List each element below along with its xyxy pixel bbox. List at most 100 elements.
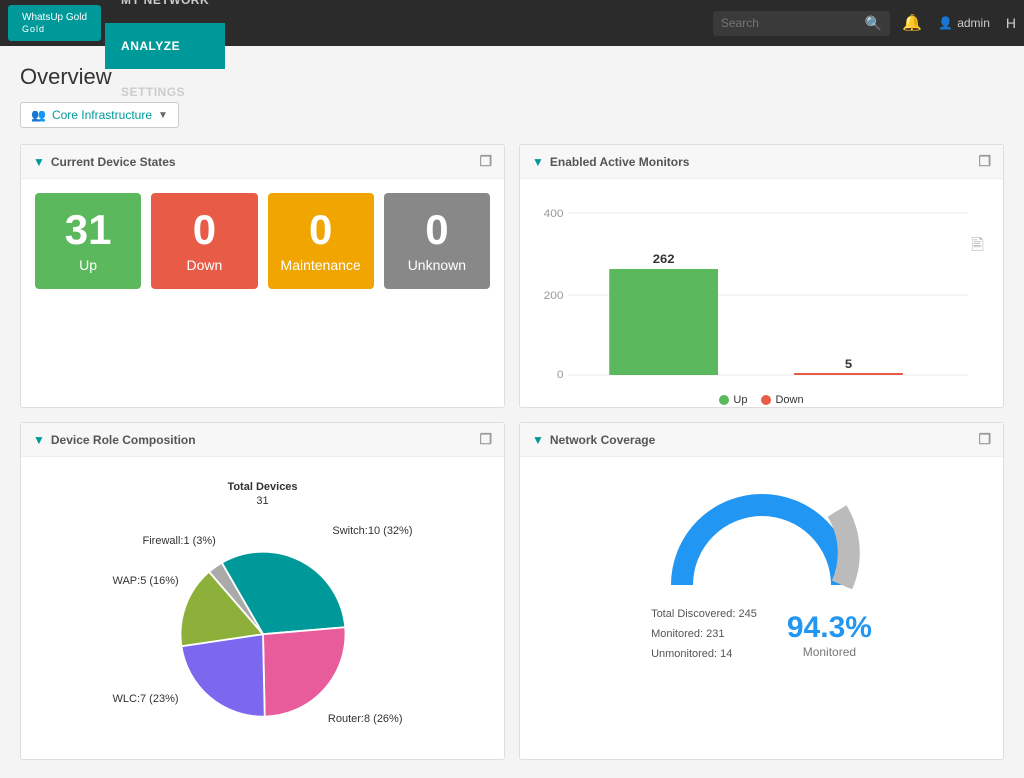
slice-label-wlc: WLC:7 (23%) (113, 693, 179, 705)
network-coverage-body: Total Discovered: 245 Monitored: 231 Unm… (520, 457, 1003, 692)
network-coverage-panel: ▼ Network Coverage ❐ (519, 422, 1004, 760)
nav-item-my-network[interactable]: MY NETWORK (105, 0, 225, 23)
state-card-down: 0 Down (151, 193, 257, 289)
app-logo[interactable]: WhatsUp Gold Gold (8, 5, 101, 42)
device-role-panel: ▼ Device Role Composition ❐ Total Device… (20, 422, 505, 760)
monitored-label: Monitored: (651, 628, 703, 640)
state-label-unknown: Unknown (394, 257, 480, 273)
state-card-up: 31 Up (35, 193, 141, 289)
navbar: WhatsUp Gold Gold DISCOVERMY NETWORKANAL… (0, 0, 1024, 46)
nav-search-bar[interactable]: 🔍 (713, 11, 890, 36)
slice-label-switch: Switch:10 (32%) (332, 525, 412, 537)
pie-total-label: Total Devices (227, 481, 297, 493)
user-label: admin (957, 16, 990, 30)
total-discovered-row: Total Discovered: 245 (651, 605, 757, 625)
legend-up-dot (719, 395, 729, 405)
notifications-icon[interactable]: 🔔 (902, 13, 922, 33)
pie-chart-area: Total Devices 31 Switch:10 (32%) Router:… (35, 471, 490, 745)
search-input[interactable] (721, 16, 861, 30)
gauge-arc-end (837, 511, 849, 585)
gauge-info: Total Discovered: 245 Monitored: 231 Unm… (651, 605, 872, 664)
gauge-arc-fill (682, 505, 842, 585)
expand-device-role-icon[interactable]: ❐ (479, 431, 492, 448)
device-states-title: Current Device States (51, 155, 176, 169)
page-content: Overview 👥 Core Infrastructure ▼ 🖹 ▼ Cur… (0, 46, 1024, 778)
state-number-down: 0 (161, 209, 247, 251)
active-monitors-body: 400 200 0 262 5 (520, 179, 1003, 407)
total-discovered-label: Total Discovered: (651, 608, 735, 620)
gauge-area: Total Discovered: 245 Monitored: 231 Unm… (534, 471, 989, 678)
collapse-icon[interactable]: ▼ (33, 155, 45, 169)
expand-device-states-icon[interactable]: ❐ (479, 153, 492, 170)
expand-active-monitors-icon[interactable]: ❐ (978, 153, 991, 170)
search-icon[interactable]: 🔍 (865, 15, 882, 32)
device-states-body: 31 Up 0 Down 0 Maintenance 0 Unknown (21, 179, 504, 303)
state-number-maintenance: 0 (278, 209, 364, 251)
gauge-percent: 94.3% Monitored (787, 611, 872, 659)
legend-down-dot (761, 395, 771, 405)
svg-text:200: 200 (544, 290, 564, 301)
nav-item-analyze[interactable]: ANALYZE (105, 23, 225, 69)
legend-down-label: Down (775, 394, 803, 406)
network-coverage-title: Network Coverage (550, 433, 655, 447)
device-role-body: Total Devices 31 Switch:10 (32%) Router:… (21, 457, 504, 759)
group-icon: 👥 (31, 108, 46, 122)
state-number-unknown: 0 (394, 209, 480, 251)
state-card-unknown: 0 Unknown (384, 193, 490, 289)
collapse-device-role-icon[interactable]: ▼ (33, 433, 45, 447)
state-card-maintenance: 0 Maintenance (268, 193, 374, 289)
state-label-maintenance: Maintenance (278, 257, 364, 273)
bar-down (794, 373, 903, 375)
active-monitors-header: ▼ Enabled Active Monitors ❐ (520, 145, 1003, 179)
legend-up: Up (719, 394, 747, 406)
bar-legend: Up Down (544, 394, 979, 406)
total-discovered-value: 245 (739, 608, 757, 620)
pie-slice-1 (263, 627, 345, 716)
pie-wrapper: Switch:10 (32%) Router:8 (26%) WLC:7 (23… (113, 515, 413, 735)
gauge-percent-label: Monitored (787, 645, 872, 659)
active-monitors-title: Enabled Active Monitors (550, 155, 690, 169)
unmonitored-value: 14 (720, 648, 732, 660)
network-coverage-header: ▼ Network Coverage ❐ (520, 423, 1003, 457)
help-icon[interactable]: H (1006, 15, 1016, 31)
user-menu[interactable]: 👤 admin (938, 16, 990, 30)
slice-label-router: Router:8 (26%) (328, 713, 403, 725)
collapse-active-monitors-icon[interactable]: ▼ (532, 155, 544, 169)
device-role-header: ▼ Device Role Composition ❐ (21, 423, 504, 457)
collapse-network-coverage-icon[interactable]: ▼ (532, 433, 544, 447)
device-states-header: ▼ Current Device States ❐ (21, 145, 504, 179)
legend-down: Down (761, 394, 803, 406)
svg-text:5: 5 (845, 357, 852, 370)
device-role-title: Device Role Composition (51, 433, 196, 447)
gauge-svg (662, 485, 862, 595)
nav-menu: DISCOVERMY NETWORKANALYZESETTINGS (105, 0, 225, 115)
device-states-grid: 31 Up 0 Down 0 Maintenance 0 Unknown (35, 193, 490, 289)
unmonitored-row: Unmonitored: 14 (651, 645, 757, 665)
bar-up (609, 269, 718, 375)
bar-chart-svg: 400 200 0 262 5 (544, 203, 979, 383)
gauge-stats: Total Discovered: 245 Monitored: 231 Unm… (651, 605, 757, 664)
state-number-up: 31 (45, 209, 131, 251)
slice-label-wap: WAP:5 (16%) (113, 575, 179, 587)
dashboard-grid: ▼ Current Device States ❐ 31 Up 0 Down 0… (20, 144, 1004, 760)
pie-total-value: 31 (256, 495, 268, 507)
device-states-panel: ▼ Current Device States ❐ 31 Up 0 Down 0… (20, 144, 505, 408)
logo-tagline: Gold (22, 24, 87, 36)
group-label: Core Infrastructure (52, 108, 152, 122)
pie-slice-2 (181, 634, 264, 716)
expand-network-coverage-icon[interactable]: ❐ (978, 431, 991, 448)
logo-text: WhatsUp Gold (22, 11, 87, 24)
legend-up-label: Up (733, 394, 747, 406)
state-label-up: Up (45, 257, 131, 273)
unmonitored-label: Unmonitored: (651, 648, 717, 660)
gauge-percentage: 94.3% (787, 611, 872, 645)
nav-right-controls: 🔔 👤 admin H (902, 13, 1016, 33)
svg-text:262: 262 (653, 252, 675, 265)
monitored-row: Monitored: 231 (651, 625, 757, 645)
bar-chart-area: 400 200 0 262 5 (534, 193, 989, 393)
active-monitors-panel: ▼ Enabled Active Monitors ❐ 400 200 0 (519, 144, 1004, 408)
group-selector-button[interactable]: 👥 Core Infrastructure ▼ (20, 102, 179, 128)
state-label-down: Down (161, 257, 247, 273)
svg-text:400: 400 (544, 208, 564, 219)
monitored-value: 231 (706, 628, 724, 640)
